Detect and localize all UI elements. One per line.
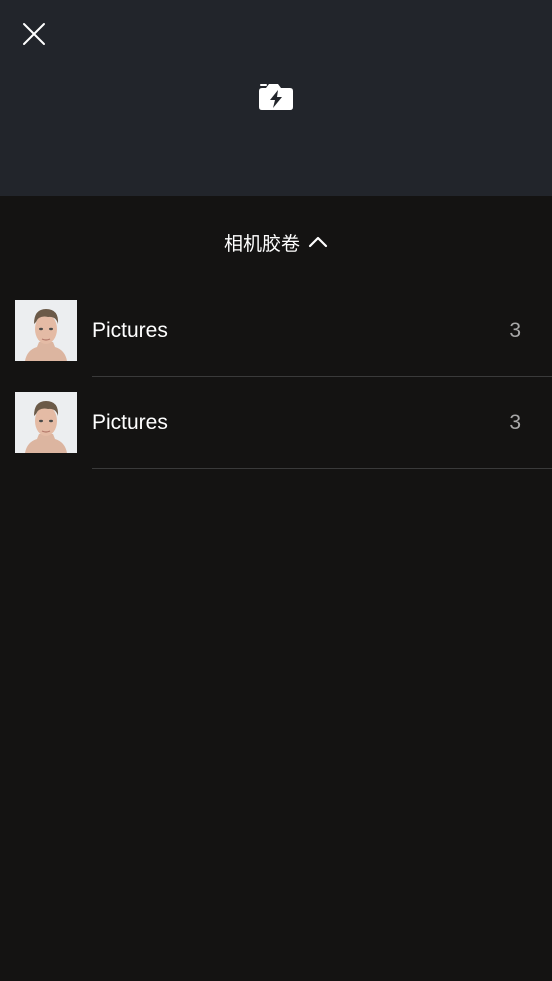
camera-button[interactable] (256, 80, 296, 114)
album-name: Pictures (92, 319, 168, 342)
album-name: Pictures (92, 411, 168, 434)
album-picker-screen: 相机胶卷 Pictures 3 Pictures 3 (0, 0, 552, 981)
album-thumbnail (15, 392, 77, 453)
close-icon (23, 23, 45, 45)
top-bar (0, 0, 552, 196)
chevron-up-icon (308, 235, 328, 249)
album-picker-toggle[interactable]: 相机胶卷 (0, 222, 552, 262)
album-item[interactable]: Pictures 3 (0, 377, 552, 469)
camera-flash-icon (259, 84, 293, 110)
album-item[interactable]: Pictures 3 (0, 285, 552, 377)
album-count: 3 (509, 411, 521, 434)
album-list: Pictures 3 Pictures 3 (0, 285, 552, 469)
divider (92, 468, 552, 469)
album-count: 3 (509, 319, 521, 342)
album-picker-title: 相机胶卷 (223, 232, 300, 255)
album-thumbnail (15, 300, 77, 361)
close-button[interactable] (16, 16, 52, 52)
